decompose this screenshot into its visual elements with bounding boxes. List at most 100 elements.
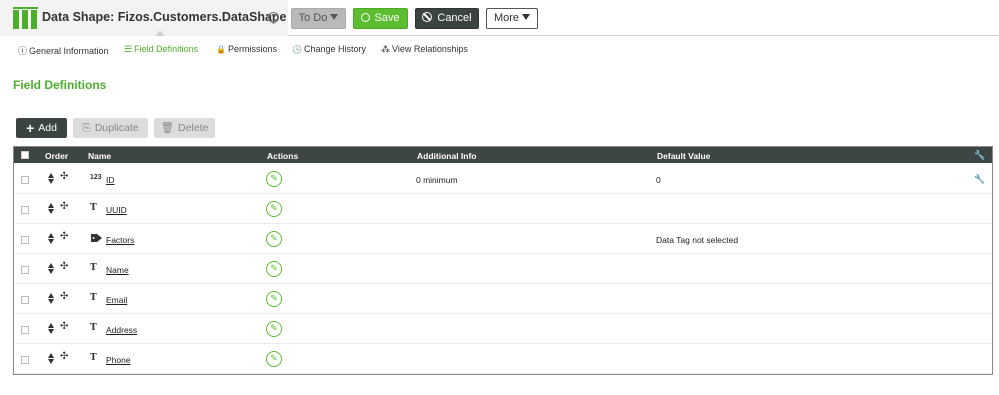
edit-action-icon[interactable]: ✎ bbox=[266, 321, 282, 337]
plus-icon: + bbox=[26, 120, 35, 137]
sort-order-icon[interactable] bbox=[48, 323, 55, 335]
sort-order-icon[interactable] bbox=[48, 173, 55, 185]
sort-order-icon[interactable] bbox=[48, 353, 55, 365]
sort-order-icon[interactable] bbox=[48, 203, 55, 215]
default-value: 0 bbox=[656, 175, 661, 185]
column-header-default-value: Default Value bbox=[657, 151, 711, 161]
table-row[interactable]: ✣ T Address ✎ bbox=[14, 314, 992, 344]
edit-action-icon[interactable]: ✎ bbox=[266, 201, 282, 217]
logo-icon bbox=[13, 7, 38, 29]
field-name-link[interactable]: ID bbox=[106, 175, 115, 185]
table-row[interactable]: ✣ T UUID ✎ bbox=[14, 194, 992, 224]
drag-handle-icon[interactable]: ✣ bbox=[60, 201, 68, 212]
key-icon: 🔧 bbox=[974, 150, 986, 160]
todo-button[interactable]: To Do bbox=[291, 8, 346, 29]
circle-icon bbox=[361, 12, 371, 22]
field-definitions-table: Order Name Actions Additional Info Defau… bbox=[13, 146, 993, 375]
drag-handle-icon[interactable]: ✣ bbox=[60, 261, 68, 272]
todo-label: To Do bbox=[298, 12, 328, 24]
drag-handle-icon[interactable]: ✣ bbox=[60, 321, 68, 332]
column-header-order[interactable]: Order bbox=[45, 151, 68, 161]
drag-handle-icon[interactable]: ✣ bbox=[60, 291, 68, 302]
field-name-link[interactable]: UUID bbox=[106, 205, 127, 215]
edit-action-icon[interactable]: ✎ bbox=[266, 231, 282, 247]
more-button[interactable]: More bbox=[486, 8, 538, 29]
tab-label: Change History bbox=[303, 44, 366, 54]
tag-icon bbox=[91, 234, 102, 242]
sort-order-icon[interactable] bbox=[48, 293, 55, 305]
field-name-link[interactable]: Address bbox=[106, 325, 137, 335]
clock-icon: 🕒 bbox=[292, 45, 302, 54]
row-checkbox[interactable] bbox=[21, 356, 29, 364]
copy-icon: ⎘ bbox=[82, 122, 91, 134]
cancel-icon bbox=[422, 12, 433, 23]
text-type-icon: T bbox=[90, 293, 97, 303]
chevron-down-icon bbox=[522, 14, 531, 21]
tab-field-definitions[interactable]: ☰ Field Definitions bbox=[124, 44, 198, 55]
save-label: Save bbox=[374, 12, 400, 24]
delete-button[interactable]: 🗑 Delete bbox=[154, 118, 215, 138]
tab-label: Field Definitions bbox=[134, 44, 199, 54]
field-name-link[interactable]: Email bbox=[106, 295, 127, 305]
table-row[interactable]: ✣ T Name ✎ bbox=[14, 254, 992, 284]
edit-action-icon[interactable]: ✎ bbox=[266, 171, 282, 187]
section-title: Field Definitions bbox=[13, 78, 107, 92]
drag-handle-icon[interactable]: ✣ bbox=[60, 231, 68, 242]
sort-order-icon[interactable] bbox=[48, 263, 55, 275]
save-button[interactable]: Save bbox=[353, 8, 408, 29]
more-label: More bbox=[493, 12, 520, 24]
add-label: Add bbox=[38, 122, 57, 134]
lock-icon: 🔒 bbox=[216, 45, 226, 54]
tab-view-relationships[interactable]: ⁂ View Relationships bbox=[381, 44, 468, 55]
table-row[interactable]: ✣ T Phone ✎ bbox=[14, 344, 992, 374]
row-checkbox[interactable] bbox=[21, 326, 29, 334]
text-type-icon: T bbox=[90, 323, 97, 333]
field-name-link[interactable]: Factors bbox=[106, 235, 134, 245]
edit-action-icon[interactable]: ✎ bbox=[266, 291, 282, 307]
tab-change-history[interactable]: 🕒 Change History bbox=[292, 44, 366, 54]
table-header: Order Name Actions Additional Info Defau… bbox=[14, 147, 992, 163]
row-checkbox[interactable] bbox=[21, 206, 29, 214]
drag-handle-icon[interactable]: ✣ bbox=[60, 171, 68, 182]
column-header-additional-info: Additional Info bbox=[417, 151, 477, 161]
list-icon: ☰ bbox=[124, 44, 133, 54]
edit-action-icon[interactable]: ✎ bbox=[266, 261, 282, 277]
table-row[interactable]: ✣ 123 ID ✎ 0 minimum 0 🔧 bbox=[14, 164, 992, 194]
row-checkbox[interactable] bbox=[21, 296, 29, 304]
drag-handle-icon[interactable]: ✣ bbox=[60, 351, 68, 362]
table-row[interactable]: ✣ Factors ✎ Data Tag not selected bbox=[14, 224, 992, 254]
column-header-name[interactable]: Name bbox=[88, 151, 111, 161]
delete-label: Delete bbox=[177, 122, 209, 134]
tab-label: General Information bbox=[29, 46, 109, 56]
tab-label: View Relationships bbox=[392, 44, 468, 54]
select-all-checkbox[interactable] bbox=[21, 151, 29, 159]
page-title: Data Shape: Fizos.Customers.DataShape bbox=[42, 10, 287, 24]
relationships-icon: ⁂ bbox=[381, 44, 390, 54]
table-row[interactable]: ✣ T Email ✎ bbox=[14, 284, 992, 314]
tab-label: Permissions bbox=[227, 44, 277, 54]
tab-general-information[interactable]: ⓘ General Information bbox=[18, 44, 109, 57]
column-header-actions: Actions bbox=[267, 151, 299, 161]
cancel-button[interactable]: Cancel bbox=[415, 8, 479, 29]
edit-action-icon[interactable]: ✎ bbox=[266, 351, 282, 367]
tab-bar: ⓘ General Information ☰ Field Definitions … bbox=[0, 44, 999, 58]
row-checkbox[interactable] bbox=[21, 176, 29, 184]
help-icon[interactable]: ? bbox=[268, 12, 279, 23]
row-checkbox[interactable] bbox=[21, 266, 29, 274]
add-button[interactable]: + Add bbox=[16, 118, 67, 138]
cancel-label: Cancel bbox=[437, 12, 472, 24]
text-type-icon: T bbox=[90, 353, 97, 363]
top-header: Data Shape: Fizos.Customers.DataShape ? … bbox=[0, 0, 999, 36]
chevron-down-icon bbox=[330, 14, 339, 21]
row-checkbox[interactable] bbox=[21, 236, 29, 244]
default-value: Data Tag not selected bbox=[656, 235, 739, 245]
duplicate-button[interactable]: ⎘ Duplicate bbox=[73, 118, 148, 138]
text-type-icon: T bbox=[90, 263, 97, 273]
active-tab-pointer bbox=[155, 31, 165, 36]
key-icon: 🔧 bbox=[974, 174, 986, 184]
tab-permissions[interactable]: 🔒 Permissions bbox=[216, 44, 277, 54]
field-name-link[interactable]: Name bbox=[106, 265, 129, 275]
field-name-link[interactable]: Phone bbox=[106, 355, 131, 365]
number-type-icon: 123 bbox=[90, 174, 102, 181]
sort-order-icon[interactable] bbox=[48, 233, 55, 245]
